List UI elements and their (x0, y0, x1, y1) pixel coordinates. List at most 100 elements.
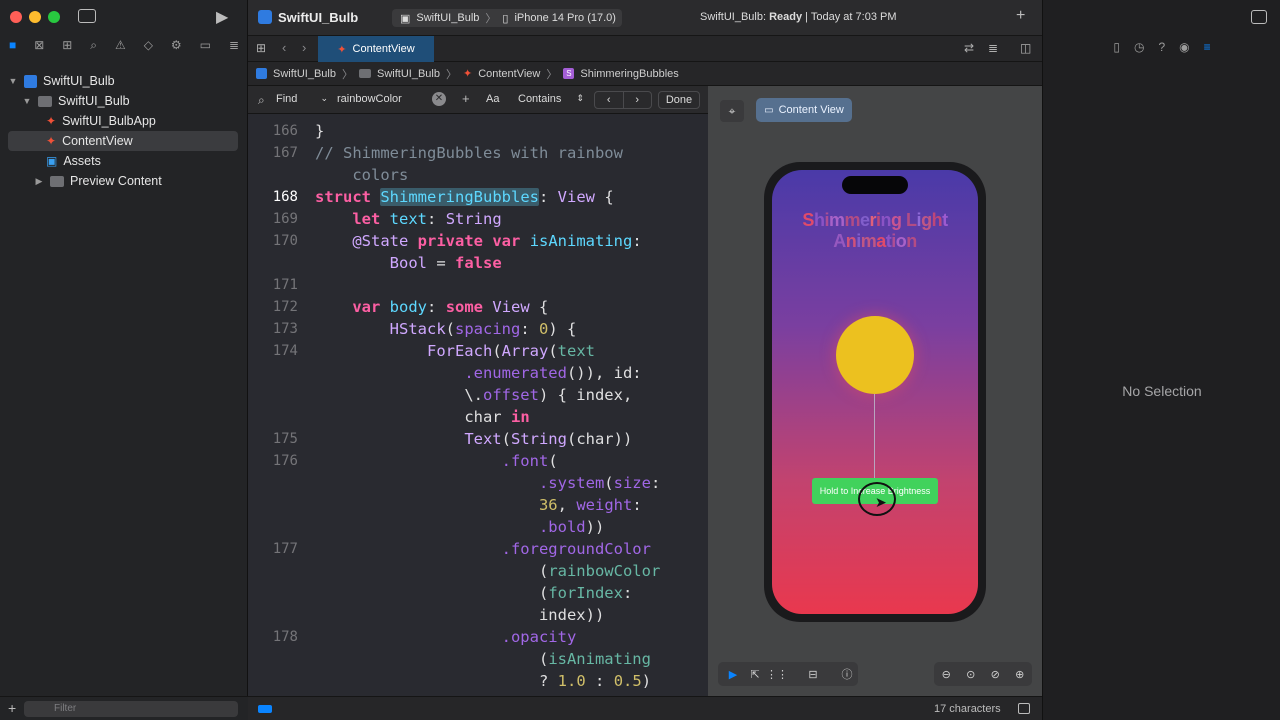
scheme-device-selector[interactable]: ▣ SwiftUI_Bulb 〉 ▯ iPhone 14 Pro (17.0) (392, 9, 622, 27)
attributes-icon[interactable]: ≡ (1204, 40, 1211, 58)
debug-icon[interactable]: ⚙ (171, 38, 182, 58)
code-line: Bool = false (248, 252, 708, 274)
zoom-out-icon[interactable]: ⊖ (937, 665, 955, 683)
hierarchy-icon[interactable]: ⊞ (62, 38, 72, 58)
preview-mode-controls: ▶ ⇱ ⋮⋮ ⊟ ⓘ (718, 662, 858, 686)
add-icon[interactable]: + (1016, 7, 1025, 25)
run-icon[interactable]: ▶ (216, 7, 228, 27)
clear-icon[interactable]: ✕ (432, 92, 446, 106)
debug-area-toggle-icon[interactable] (258, 705, 272, 713)
chevron-right-icon[interactable]: ▶ (34, 176, 44, 187)
find-input[interactable]: rainbowColor ✕ (332, 90, 452, 110)
shimmer-char: g (891, 210, 902, 230)
breadcrumb-item[interactable]: SwiftUI_Bulb (273, 68, 336, 80)
warning-icon[interactable]: ⚠ (115, 38, 126, 58)
selectable-mode-icon[interactable]: ⇱ (746, 665, 764, 683)
filter-input[interactable]: Filter (24, 701, 238, 717)
add-icon[interactable]: + (8, 700, 16, 716)
navigator-item-assets[interactable]: ▣ Assets (8, 151, 238, 171)
breadcrumb-item[interactable]: ContentView (478, 68, 540, 80)
match-case-button[interactable]: Aa (486, 93, 499, 105)
zoom-in-icon[interactable]: ⊕ (1011, 665, 1029, 683)
navigator-item-preview-content[interactable]: ▶ Preview Content (8, 171, 238, 191)
shimmer-char: n (845, 231, 857, 251)
next-match-icon[interactable]: › (624, 92, 652, 108)
zoom-window-button[interactable] (48, 11, 60, 23)
breadcrumb-item[interactable]: ShimmeringBubbles (580, 68, 678, 80)
breadcrumb-item[interactable]: SwiftUI_Bulb (377, 68, 440, 80)
zoom-controls: ⊖ ⊙ ⊘ ⊕ (934, 662, 1032, 686)
zoom-fit-icon[interactable]: ⊘ (986, 665, 1004, 683)
history-icon[interactable]: ◷ (1134, 40, 1144, 58)
project-icon (256, 68, 267, 79)
find-match-highlight: ShimmeringBubbles (380, 188, 539, 206)
navigator-item-label: Assets (63, 154, 101, 168)
chevron-down-icon[interactable]: ▼ (22, 96, 32, 106)
find-bar: ⌕ Find ⌄ rainbowColor ✕ + Aa Contains ⇕ … (248, 86, 708, 114)
grid-icon[interactable]: ⊞ (256, 41, 266, 55)
device-label: iPhone 14 Pro (17.0) (514, 12, 616, 24)
code-line: 168 struct ShimmeringBubbles: View { (248, 186, 708, 208)
shimmer-char: A (833, 231, 846, 251)
navigator-item-project[interactable]: ▼ SwiftUI_Bulb (8, 71, 238, 91)
line-number: 169 (272, 211, 298, 227)
light-bulb[interactable] (836, 316, 914, 394)
code-text: // ShimmeringBubbles with rainbow (315, 144, 623, 162)
code-text: (rainbowColor (538, 562, 661, 580)
minimize-window-button[interactable] (29, 11, 41, 23)
find-mode-select[interactable]: Find ⌄ (276, 93, 328, 105)
previous-match-icon[interactable]: ‹ (595, 92, 624, 108)
source-control-icon[interactable]: ⊠ (34, 38, 44, 58)
content-view-preview-pill[interactable]: ▭ Content View (756, 98, 852, 122)
info-icon[interactable]: ⓘ (838, 665, 856, 683)
code-text: Text(String(char)) (464, 430, 633, 448)
code-text: char in (464, 408, 530, 426)
test-icon[interactable]: ◇ (144, 38, 153, 58)
back-icon[interactable]: ‹ (282, 40, 286, 55)
navigator-item-app-file[interactable]: ✦ SwiftUI_BulbApp (8, 111, 238, 131)
activity-status: SwiftUI_Bulb: Ready | Today at 7:03 PM (700, 11, 897, 23)
chevron-down-icon[interactable]: ▼ (8, 76, 18, 86)
match-mode-select[interactable]: Contains ⇕ (518, 93, 584, 105)
file-inspector-icon[interactable]: ▯ (1113, 40, 1120, 58)
help-icon[interactable]: ? (1158, 40, 1165, 58)
split-editor-icon[interactable]: ◫ (1020, 41, 1031, 55)
inspector-toggle-icon[interactable] (1251, 10, 1267, 24)
forward-icon[interactable]: › (302, 40, 306, 55)
panel-toggle-icon[interactable] (1018, 703, 1030, 714)
device-settings-icon[interactable]: ⊟ (804, 665, 822, 683)
find-query: rainbowColor (337, 93, 402, 105)
done-button[interactable]: Done (658, 91, 700, 109)
sidebar-toggle-icon[interactable] (78, 9, 96, 23)
close-window-button[interactable] (10, 11, 22, 23)
code-text: 36, weight: (538, 496, 642, 514)
breakpoint-icon[interactable]: ▭ (200, 38, 211, 58)
refresh-icon[interactable]: ⇄ (964, 41, 974, 55)
navigator-item-group[interactable]: ▼ SwiftUI_Bulb (8, 91, 238, 111)
zoom-actual-icon[interactable]: ⊙ (962, 665, 980, 683)
add-icon[interactable]: + (462, 91, 470, 106)
code-editor[interactable]: 166} 167 // ShimmeringBubbles with rainbo… (248, 114, 708, 696)
code-text: .enumerated()), id: (464, 364, 642, 382)
chevron-right-icon: 〉 (546, 68, 558, 81)
code-text: colors (315, 166, 409, 184)
status-prefix: SwiftUI_Bulb: (700, 11, 770, 23)
line-number: 178 (272, 629, 298, 645)
code-line: 177 .foregroundColor (248, 538, 708, 560)
identity-icon[interactable]: ◉ (1179, 40, 1189, 58)
pin-icon[interactable]: ⌖ (720, 100, 744, 122)
folder-icon (358, 69, 371, 78)
swift-file-icon: ✦ (337, 43, 347, 56)
shimmer-char: i (891, 231, 896, 251)
report-icon[interactable]: ≣ (229, 38, 239, 58)
navigator-item-contentview[interactable]: ✦ ContentView (8, 131, 238, 151)
tab-contentview[interactable]: ✦ ContentView (318, 36, 434, 62)
match-mode-label: Contains (518, 93, 562, 105)
search-icon[interactable]: ⌕ (90, 38, 97, 58)
variants-icon[interactable]: ⋮⋮ (766, 665, 788, 683)
code-line: 167 // ShimmeringBubbles with rainbow (248, 142, 708, 164)
folder-icon[interactable]: ■ (9, 38, 16, 58)
code-line: (forIndex: (248, 582, 708, 604)
live-mode-icon[interactable]: ▶ (724, 665, 742, 683)
editor-options-icon[interactable]: ≣ (988, 41, 998, 55)
